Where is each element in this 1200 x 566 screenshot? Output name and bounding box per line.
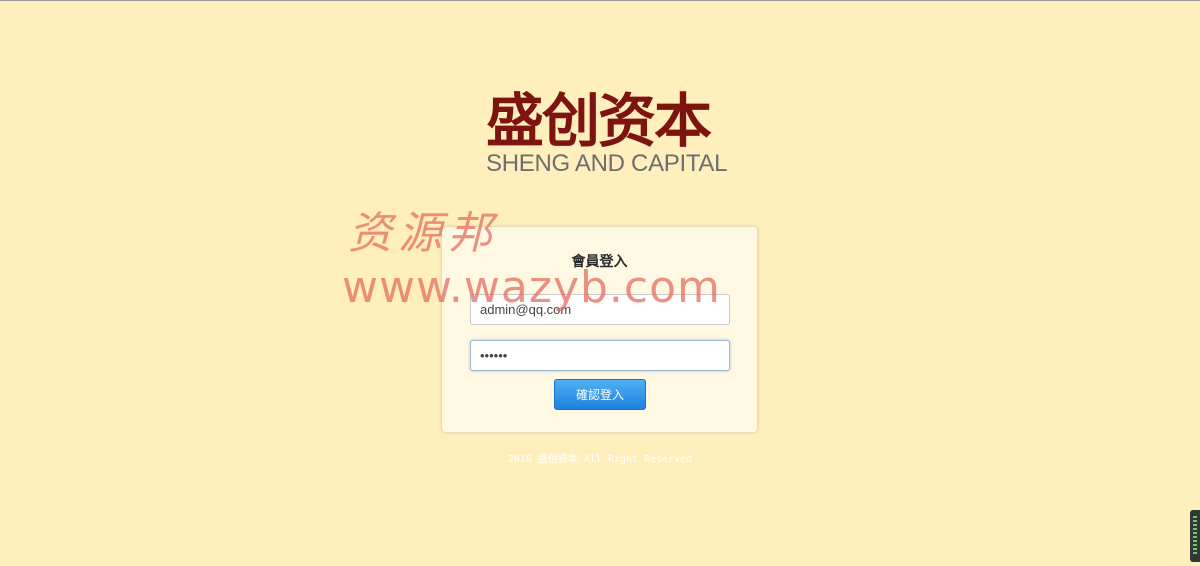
login-panel: 會員登入 確認登入 — [441, 226, 758, 433]
copyright-footer: 2016 盛创资本 All Right Reserved — [507, 454, 693, 465]
side-widget-handle[interactable] — [1190, 510, 1200, 562]
logo-english-name: SHENG AND CAPITAL — [486, 150, 728, 177]
login-title: 會員登入 — [571, 254, 628, 270]
email-field[interactable] — [470, 294, 730, 325]
login-submit-button[interactable]: 確認登入 — [554, 379, 646, 410]
logo: 盛创资本 SHENG AND CAPITAL — [486, 87, 728, 180]
top-border — [0, 0, 1200, 1]
password-field[interactable] — [470, 340, 730, 371]
signal-bars-icon — [1193, 516, 1197, 556]
logo-chinese-name: 盛创资本 — [486, 87, 712, 155]
